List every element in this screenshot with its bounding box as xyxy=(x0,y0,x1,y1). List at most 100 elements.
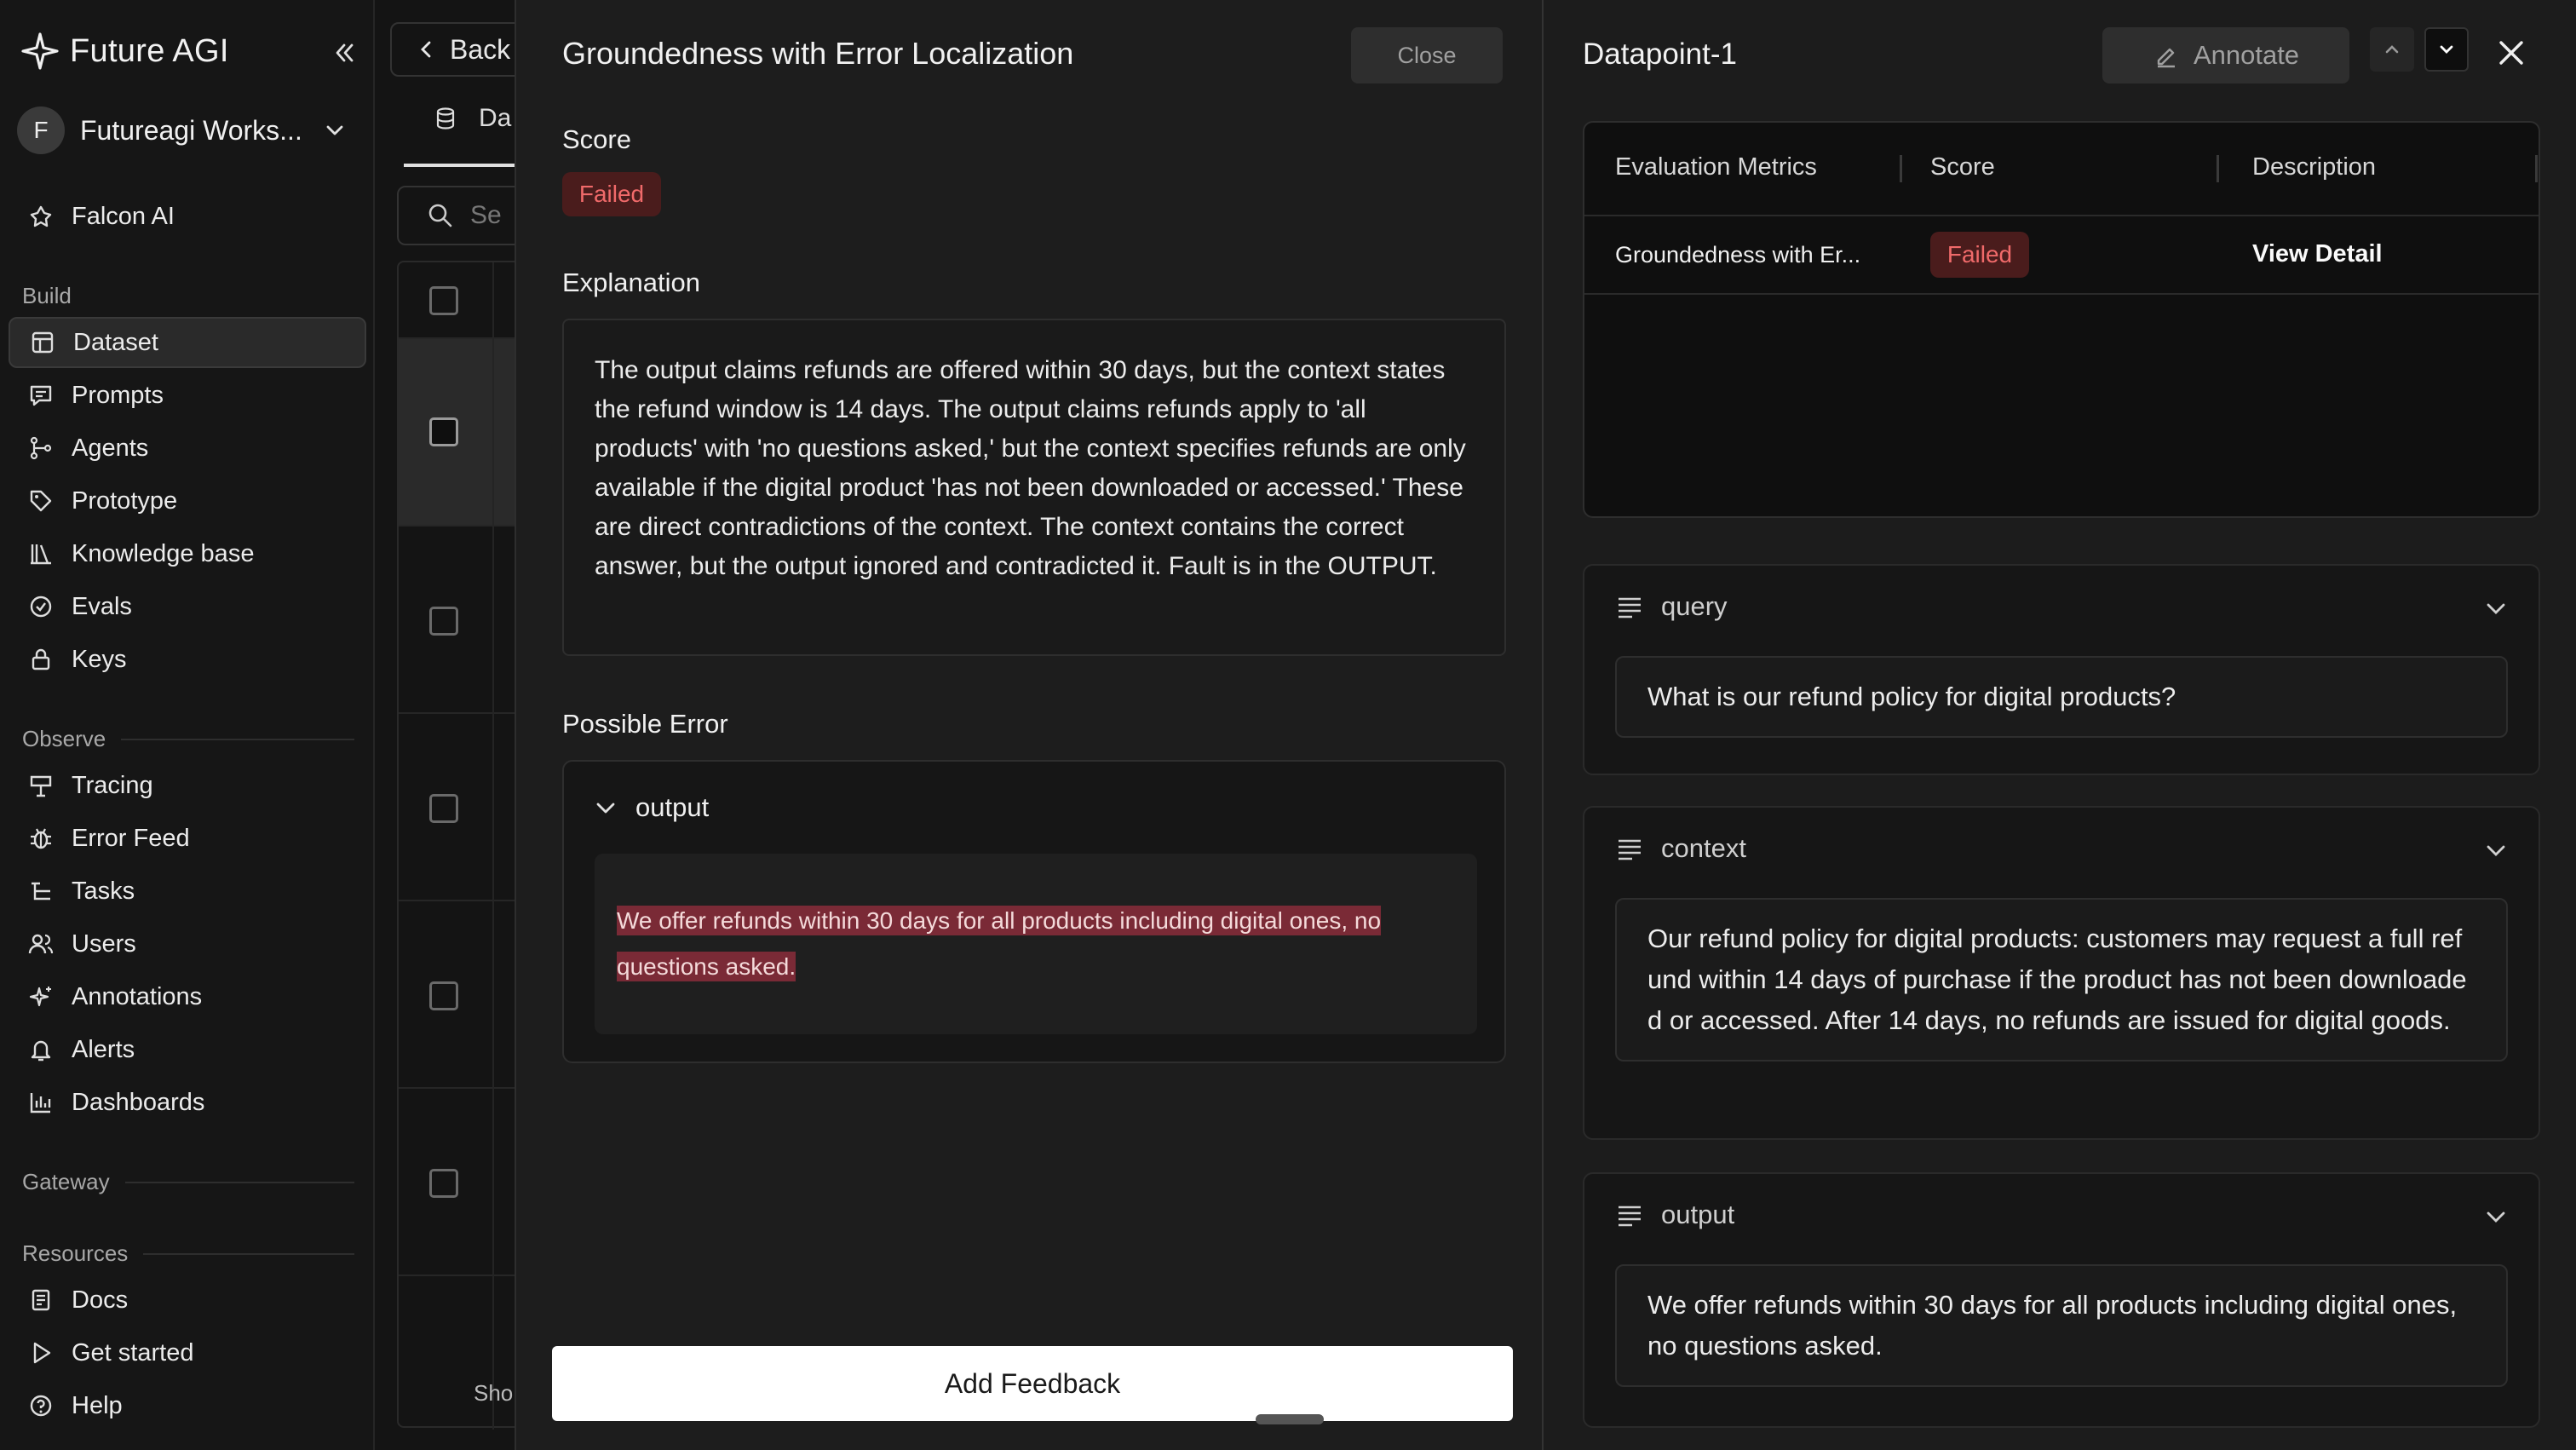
search-input[interactable]: Se xyxy=(397,186,533,245)
sidebar-item-label: Dataset xyxy=(73,328,158,356)
column-divider xyxy=(2217,155,2219,182)
sidebar-item-label: Dashboards xyxy=(72,1088,205,1116)
close-button[interactable]: Close xyxy=(1351,27,1503,83)
sidebar-item-evals[interactable]: Evals xyxy=(9,581,366,632)
table-row[interactable] xyxy=(399,339,525,526)
sidebar-item-agents[interactable]: Agents xyxy=(9,423,366,474)
column-header-description: Description xyxy=(2252,153,2377,181)
chevron-down-icon xyxy=(326,125,343,135)
field-name: query xyxy=(1661,591,1728,621)
sidebar-item-falcon-ai[interactable]: Falcon AI xyxy=(9,191,366,242)
sidebar-item-annotations[interactable]: Annotations xyxy=(9,971,366,1022)
section-observe: Observe xyxy=(22,726,354,752)
sidebar-item-label: Alerts xyxy=(72,1035,135,1063)
sidebar-item-label: Falcon AI xyxy=(72,202,175,230)
error-field-toggle[interactable]: output xyxy=(593,792,709,823)
tab-label: Da xyxy=(479,104,512,132)
workspace-switcher[interactable]: F Futureagi Works... xyxy=(17,106,358,155)
sidebar-item-knowledge-base[interactable]: Knowledge base xyxy=(9,528,366,579)
next-datapoint-button[interactable] xyxy=(2424,27,2469,72)
table-row: Groundedness with Er... Failed View Deta… xyxy=(1584,216,2539,295)
close-icon[interactable] xyxy=(2489,31,2533,75)
chat-icon xyxy=(26,380,56,411)
status-badge: Failed xyxy=(1930,232,2029,278)
row-checkbox[interactable] xyxy=(429,1169,458,1198)
eval-title: Groundedness with Error Localization xyxy=(562,36,1074,71)
add-feedback-button[interactable]: Add Feedback xyxy=(552,1346,1513,1421)
signpost-icon xyxy=(26,770,56,801)
scroll-handle[interactable] xyxy=(1256,1414,1324,1424)
chevron-up-icon xyxy=(2385,45,2399,54)
datapoint-title: Datapoint-1 xyxy=(1583,37,1737,71)
annotate-button[interactable]: Annotate xyxy=(2102,27,2349,83)
sidebar-item-label: Knowledge base xyxy=(72,539,255,567)
workspace-avatar: F xyxy=(17,106,65,154)
view-detail-link[interactable]: View Detail xyxy=(2252,240,2383,268)
sidebar-item-tasks[interactable]: Tasks xyxy=(9,866,366,917)
table-row[interactable] xyxy=(399,1089,525,1276)
chevron-down-icon[interactable] xyxy=(2482,595,2510,622)
chevron-left-icon xyxy=(421,41,431,58)
sidebar-item-prompts[interactable]: Prompts xyxy=(9,370,366,421)
column-divider xyxy=(2535,155,2538,182)
section-gateway: Gateway xyxy=(22,1169,354,1195)
check-circle-icon xyxy=(26,591,56,622)
field-header[interactable]: context xyxy=(1615,833,1746,864)
sidebar-item-help[interactable]: Help xyxy=(9,1380,366,1431)
field-header[interactable]: query xyxy=(1615,591,1728,622)
sidebar-item-alerts[interactable]: Alerts xyxy=(9,1024,366,1075)
score-label: Score xyxy=(562,124,631,154)
brand-logo[interactable]: Future AGI xyxy=(20,29,361,73)
text-align-icon xyxy=(1619,597,1641,619)
sidebar-item-label: Error Feed xyxy=(72,824,190,852)
tag-icon xyxy=(26,486,56,516)
sidebar-item-label: Users xyxy=(72,929,136,958)
annotate-label: Annotate xyxy=(2193,40,2300,70)
sidebar-item-get-started[interactable]: Get started xyxy=(9,1327,366,1378)
sidebar-item-error-feed[interactable]: Error Feed xyxy=(9,813,366,864)
row-checkbox[interactable] xyxy=(429,981,458,1010)
sidebar-item-users[interactable]: Users xyxy=(9,918,366,970)
field-card-context: context Our refund policy for digital pr… xyxy=(1583,806,2540,1140)
sidebar-item-keys[interactable]: Keys xyxy=(9,634,366,685)
column-header-metrics: Evaluation Metrics xyxy=(1615,153,1817,181)
help-icon xyxy=(26,1390,56,1421)
sidebar-item-label: Docs xyxy=(72,1286,129,1314)
chevron-down-icon[interactable] xyxy=(2482,1203,2510,1230)
play-icon xyxy=(26,1338,56,1368)
metric-name: Groundedness with Er... xyxy=(1615,242,1861,268)
sidebar-item-tracing[interactable]: Tracing xyxy=(9,760,366,811)
flow-icon xyxy=(26,433,56,463)
field-name: output xyxy=(1661,1200,1735,1229)
collapse-sidebar-icon[interactable] xyxy=(327,36,361,70)
chevron-down-icon[interactable] xyxy=(2482,837,2510,864)
table-row[interactable] xyxy=(399,526,525,714)
table-footer-text: Sho xyxy=(474,1380,514,1406)
tab-underline xyxy=(404,164,515,167)
field-header[interactable]: output xyxy=(1615,1200,1734,1230)
previous-datapoint-button[interactable] xyxy=(2370,27,2414,72)
sidebar-item-prototype[interactable]: Prototype xyxy=(9,475,366,526)
tab-dataset[interactable]: Da xyxy=(433,104,511,133)
pencil-icon xyxy=(2157,48,2175,68)
column-divider xyxy=(1900,155,1902,182)
field-value: Our refund policy for digital products: … xyxy=(1615,898,2508,1062)
back-label: Back xyxy=(450,33,511,65)
doc-icon xyxy=(26,1285,56,1315)
row-checkbox[interactable] xyxy=(429,417,458,446)
row-checkbox[interactable] xyxy=(429,607,458,636)
text-align-icon xyxy=(1619,839,1641,860)
sidebar-item-label: Get started xyxy=(72,1338,194,1367)
sidebar-item-docs[interactable]: Docs xyxy=(9,1275,366,1326)
select-all-checkbox[interactable] xyxy=(429,286,458,315)
possible-error-card: output We offer refunds within 30 days f… xyxy=(562,760,1506,1063)
sidebar-item-label: Agents xyxy=(72,434,149,462)
column-divider xyxy=(492,262,494,1430)
search-icon xyxy=(428,204,452,227)
sidebar-item-dashboards[interactable]: Dashboards xyxy=(9,1077,366,1128)
table-row[interactable] xyxy=(399,901,525,1089)
table-row[interactable] xyxy=(399,714,525,901)
sidebar-item-dataset[interactable]: Dataset xyxy=(9,317,366,368)
eval-detail-panel: Groundedness with Error Localization Clo… xyxy=(515,0,1542,1450)
row-checkbox[interactable] xyxy=(429,794,458,823)
